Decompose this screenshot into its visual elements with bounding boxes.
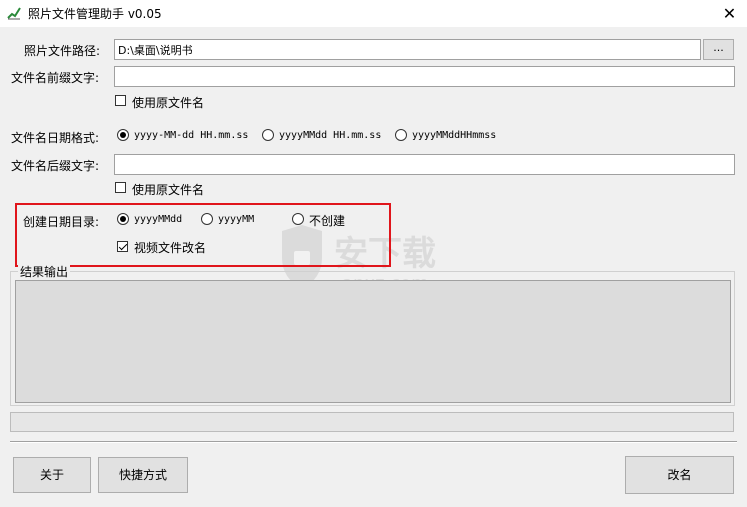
create-dir-label: 创建日期目录: (23, 215, 100, 229)
about-button[interactable]: 关于 (13, 457, 91, 493)
close-button[interactable]: ✕ (712, 0, 747, 27)
photo-path-label: 照片文件路径: (24, 44, 101, 58)
date-format-radio-3[interactable] (395, 129, 407, 141)
output-textarea[interactable] (15, 280, 731, 403)
prefix-label: 文件名前缀文字: (11, 71, 100, 85)
prefix-input[interactable] (114, 66, 735, 87)
video-rename-label: 视频文件改名 (134, 241, 207, 255)
photo-path-input[interactable]: D:\桌面\说明书 (114, 39, 701, 60)
use-original-name-label-2: 使用原文件名 (132, 183, 205, 197)
suffix-input[interactable] (114, 154, 735, 175)
use-original-name-label-1: 使用原文件名 (132, 96, 205, 110)
suffix-label: 文件名后缀文字: (11, 159, 100, 173)
close-icon: ✕ (722, 4, 737, 23)
use-original-name-checkbox-2[interactable] (115, 182, 126, 193)
create-dir-option-3: 不创建 (309, 214, 346, 228)
title-bar: 照片文件管理助手 v0.05 ✕ (0, 0, 747, 27)
create-dir-radio-2[interactable] (201, 213, 213, 225)
create-dir-radio-3[interactable] (292, 213, 304, 225)
date-format-option-3: yyyyMMddHHmmss (412, 130, 497, 141)
app-icon (7, 7, 21, 20)
date-format-label: 文件名日期格式: (11, 131, 100, 145)
date-format-option-1: yyyy-MM-dd HH.mm.ss (134, 130, 249, 141)
use-original-name-checkbox-1[interactable] (115, 95, 126, 106)
browse-button[interactable]: ... (703, 39, 734, 60)
shortcut-button[interactable]: 快捷方式 (98, 457, 188, 493)
date-format-radio-2[interactable] (262, 129, 274, 141)
create-dir-radio-1[interactable] (117, 213, 129, 225)
date-format-option-2: yyyyMMdd HH.mm.ss (279, 130, 382, 141)
create-dir-option-1: yyyyMMdd (134, 214, 183, 225)
output-group-title: 结果输出 (18, 263, 71, 280)
rename-button[interactable]: 改名 (625, 456, 734, 494)
video-rename-checkbox[interactable] (117, 241, 128, 252)
separator (10, 441, 737, 443)
client-area: 照片文件路径: D:\桌面\说明书 ... 文件名前缀文字: 使用原文件名 文件… (0, 27, 747, 507)
window-title: 照片文件管理助手 v0.05 (28, 7, 162, 21)
create-dir-option-2: yyyyMM (218, 214, 255, 225)
progress-bar (10, 412, 734, 432)
date-format-radio-1[interactable] (117, 129, 129, 141)
